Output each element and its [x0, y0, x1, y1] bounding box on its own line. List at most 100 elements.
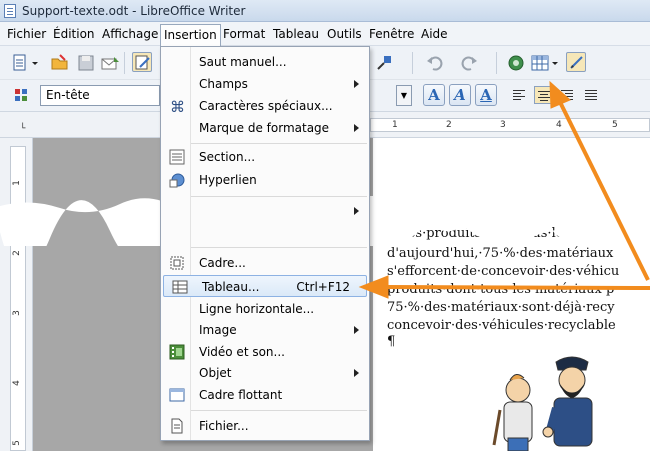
ruler-tick: 5 [11, 440, 22, 446]
ruler-tick: 3 [500, 120, 506, 130]
tab-stop-icon[interactable]: └ [20, 124, 25, 134]
align-left-icon[interactable] [510, 86, 528, 104]
menu-format[interactable]: Format [220, 26, 268, 42]
menu-item-caracteres-speciaux[interactable]: ⌘ Caractères spéciaux... [161, 95, 369, 117]
menu-item-tableau[interactable]: Tableau... Ctrl+F12 [163, 275, 367, 297]
menu-item-shortcut: Ctrl+F12 [296, 280, 350, 294]
submenu-arrow-icon [354, 326, 359, 334]
menu-item-marque-de-formatage[interactable]: Marque de formatage [161, 117, 369, 139]
menu-aide[interactable]: Aide [418, 26, 451, 42]
font-size-dropdown[interactable]: ▼ [396, 85, 412, 106]
writer-document-icon [4, 4, 16, 18]
document-line: produits·dont·tous·les·matériaux·p [387, 282, 615, 297]
ruler-tick: 2 [446, 120, 452, 130]
menu-insertion[interactable]: Insertion [160, 24, 221, 46]
menu-item-video-et-son[interactable]: Vidéo et son... [161, 341, 369, 363]
menu-item-label: Cadre flottant [199, 388, 283, 402]
ruler-tick: 3 [11, 310, 22, 316]
vertical-ruler[interactable]: 1 2 3 4 5 [0, 138, 33, 451]
submenu-arrow-icon [354, 207, 359, 215]
paragraph-mark: ¶ [387, 334, 396, 349]
menu-item-cadre[interactable]: Cadre... [161, 252, 369, 274]
hyperlink-icon [169, 172, 185, 188]
menu-fichier[interactable]: Fichier [4, 26, 49, 42]
menu-item-fichier[interactable]: Fichier... [161, 415, 369, 437]
save-icon[interactable] [76, 53, 96, 73]
menu-item-label: Objet [199, 366, 232, 380]
menu-item-submenu[interactable] [161, 200, 369, 222]
menu-item-section[interactable]: Section... [161, 146, 369, 168]
menu-separator [191, 196, 367, 197]
menu-item-image[interactable]: Image [161, 319, 369, 341]
document-line: concevoir·des·véhicules·recyclable [387, 318, 616, 333]
redo-icon[interactable] [460, 53, 480, 73]
menu-item-label: Vidéo et son... [199, 345, 285, 359]
navigator-icon[interactable] [506, 53, 526, 73]
table-icon[interactable] [530, 53, 550, 73]
toolbar-separator [124, 52, 125, 74]
document-line: 75·%·des·matériaux·sont·déjà·recy [387, 300, 615, 315]
align-right-icon[interactable] [558, 86, 576, 104]
menu-item-label: Ligne horizontale... [199, 302, 315, 316]
menu-item-cadre-flottant[interactable]: Cadre flottant [161, 384, 369, 406]
align-center-icon[interactable] [534, 86, 552, 104]
ruler-tick: 5 [612, 120, 618, 130]
menu-item-label: Caractères spéciaux... [199, 99, 333, 113]
document-line: s'efforcent·de·concevoir·des·véhicu [387, 264, 620, 279]
underline-a-icon[interactable]: A [475, 84, 497, 106]
floating-frame-icon [169, 387, 185, 403]
menu-item-saut-manuel[interactable]: Saut manuel... [161, 51, 369, 73]
menu-separator [191, 247, 367, 248]
insert-menu: Saut manuel... Champs ⌘ Caractères spéci… [160, 46, 370, 441]
cartoon-characters-illustration [492, 356, 593, 451]
menu-affichage[interactable]: Affichage [99, 26, 161, 42]
menu-item-label: Tableau... [202, 280, 260, 294]
chevron-down-icon[interactable] [30, 53, 50, 73]
submenu-arrow-icon [354, 80, 359, 88]
justify-icon[interactable] [582, 86, 600, 104]
menu-tableau[interactable]: Tableau [270, 26, 322, 42]
menu-item-hyperlien[interactable]: Hyperlien [161, 169, 369, 191]
menu-outils[interactable]: Outils [324, 26, 365, 42]
menu-item-label: Fichier... [199, 419, 249, 433]
edit-mode-icon[interactable] [132, 52, 152, 72]
open-folder-icon[interactable] [50, 53, 70, 73]
menu-bar: Fichier Édition Affichage Insertion Form… [0, 22, 650, 46]
new-document-icon[interactable] [10, 53, 30, 73]
document-line: d'aujourd'hui,·75·%·des·matériaux [387, 246, 614, 261]
window-title: Support-texte.odt - LibreOffice Writer [22, 4, 246, 18]
title-bar: Support-texte.odt - LibreOffice Writer [0, 0, 650, 22]
table-icon [172, 279, 188, 295]
ruler-tick: 1 [392, 120, 398, 130]
menu-item-label: Champs [199, 77, 248, 91]
menu-item-label: Saut manuel... [199, 55, 287, 69]
ruler-tick: 2 [11, 250, 22, 256]
menu-fenetre[interactable]: Fenêtre [366, 26, 417, 42]
menu-item-ligne-horizontale[interactable]: Ligne horizontale... [161, 298, 369, 320]
menu-item-label: Cadre... [199, 256, 246, 270]
format-paintbrush-icon[interactable] [374, 53, 394, 73]
menu-item-label: Section... [199, 150, 256, 164]
email-icon[interactable] [100, 53, 120, 73]
styles-icon[interactable] [12, 86, 32, 106]
menu-item-label: Image [199, 323, 237, 337]
section-icon [169, 149, 185, 165]
italic-a-icon[interactable]: A [449, 84, 471, 106]
svg-text:⌘: ⌘ [170, 98, 185, 114]
menu-item-champs[interactable]: Champs [161, 73, 369, 95]
ruler-tick: 1 [11, 180, 22, 186]
bold-a-icon[interactable]: A [423, 84, 445, 106]
ruler-tick: 4 [11, 380, 22, 386]
special-character-icon: ⌘ [169, 98, 185, 116]
menu-separator [191, 143, 367, 144]
submenu-arrow-icon [354, 369, 359, 377]
menu-item-objet[interactable]: Objet [161, 362, 369, 384]
show-draw-functions-icon[interactable] [566, 52, 586, 72]
paragraph-style-combo[interactable]: En-tête [40, 85, 160, 106]
menu-item-label: Marque de formatage [199, 121, 330, 135]
video-icon [169, 344, 185, 360]
menu-edition[interactable]: Édition [50, 26, 98, 42]
file-icon [169, 418, 185, 434]
undo-icon[interactable] [424, 53, 444, 73]
menu-item-label: Hyperlien [199, 173, 257, 187]
